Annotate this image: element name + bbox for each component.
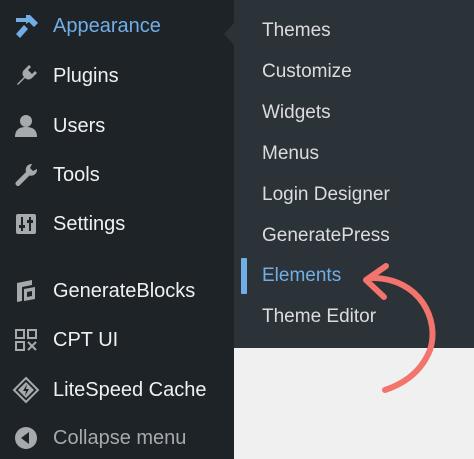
- menu-item-users[interactable]: Users: [0, 106, 234, 146]
- menu-label: GenerateBlocks: [53, 279, 196, 302]
- menu-label: Plugins: [53, 64, 119, 87]
- settings-sliders-icon: [12, 210, 40, 238]
- menu-label: Collapse menu: [53, 426, 187, 449]
- generateblocks-icon: [12, 277, 40, 305]
- menu-item-litespeed-cache[interactable]: LiteSpeed Cache: [0, 370, 234, 410]
- menu-item-appearance[interactable]: Appearance: [0, 6, 234, 46]
- collapse-menu-button[interactable]: Collapse menu: [0, 418, 234, 458]
- submenu-item-theme-editor[interactable]: Theme Editor: [234, 297, 474, 337]
- menu-label: Appearance: [53, 14, 161, 37]
- menu-label: LiteSpeed Cache: [53, 378, 207, 401]
- submenu-item-menus[interactable]: Menus: [234, 134, 474, 174]
- submenu-item-customize[interactable]: Customize: [234, 52, 474, 92]
- cpt-ui-icon: [12, 326, 40, 354]
- menu-label: Tools: [53, 163, 100, 186]
- submenu-label: Widgets: [262, 102, 331, 123]
- submenu-item-widgets[interactable]: Widgets: [234, 93, 474, 133]
- menu-label: Users: [53, 114, 106, 137]
- submenu-label: Theme Editor: [262, 306, 377, 327]
- menu-item-generateblocks[interactable]: GenerateBlocks: [0, 271, 234, 311]
- menu-item-plugins[interactable]: Plugins: [0, 56, 234, 96]
- paint-brush-icon: [12, 12, 40, 40]
- submenu-label: Elements: [262, 265, 342, 286]
- collapse-arrow-icon: [12, 424, 40, 452]
- submenu-label: GeneratePress: [262, 225, 390, 246]
- submenu-label: Login Designer: [262, 184, 390, 205]
- submenu-item-themes[interactable]: Themes: [234, 11, 474, 51]
- submenu-label: Themes: [262, 20, 331, 41]
- plugin-icon: [12, 62, 40, 90]
- menu-item-tools[interactable]: Tools: [0, 155, 234, 195]
- submenu-pointer: [224, 23, 234, 45]
- submenu-label: Menus: [262, 143, 320, 164]
- user-icon: [12, 112, 40, 140]
- wrench-icon: [12, 161, 40, 189]
- active-indicator: [241, 258, 247, 294]
- litespeed-icon: [12, 376, 40, 404]
- submenu-item-login-designer[interactable]: Login Designer: [234, 175, 474, 215]
- submenu-item-elements[interactable]: Elements: [234, 256, 474, 296]
- menu-item-cpt-ui[interactable]: CPT UI: [0, 320, 234, 360]
- submenu-label: Customize: [262, 61, 352, 82]
- appearance-submenu: Themes Customize Widgets Menus Login Des…: [234, 0, 474, 348]
- admin-sidebar: Appearance Plugins Users Tools Settings …: [0, 0, 234, 459]
- submenu-item-generatepress[interactable]: GeneratePress: [234, 216, 474, 256]
- menu-item-settings[interactable]: Settings: [0, 204, 234, 244]
- menu-label: Settings: [53, 212, 126, 235]
- menu-label: CPT UI: [53, 328, 119, 351]
